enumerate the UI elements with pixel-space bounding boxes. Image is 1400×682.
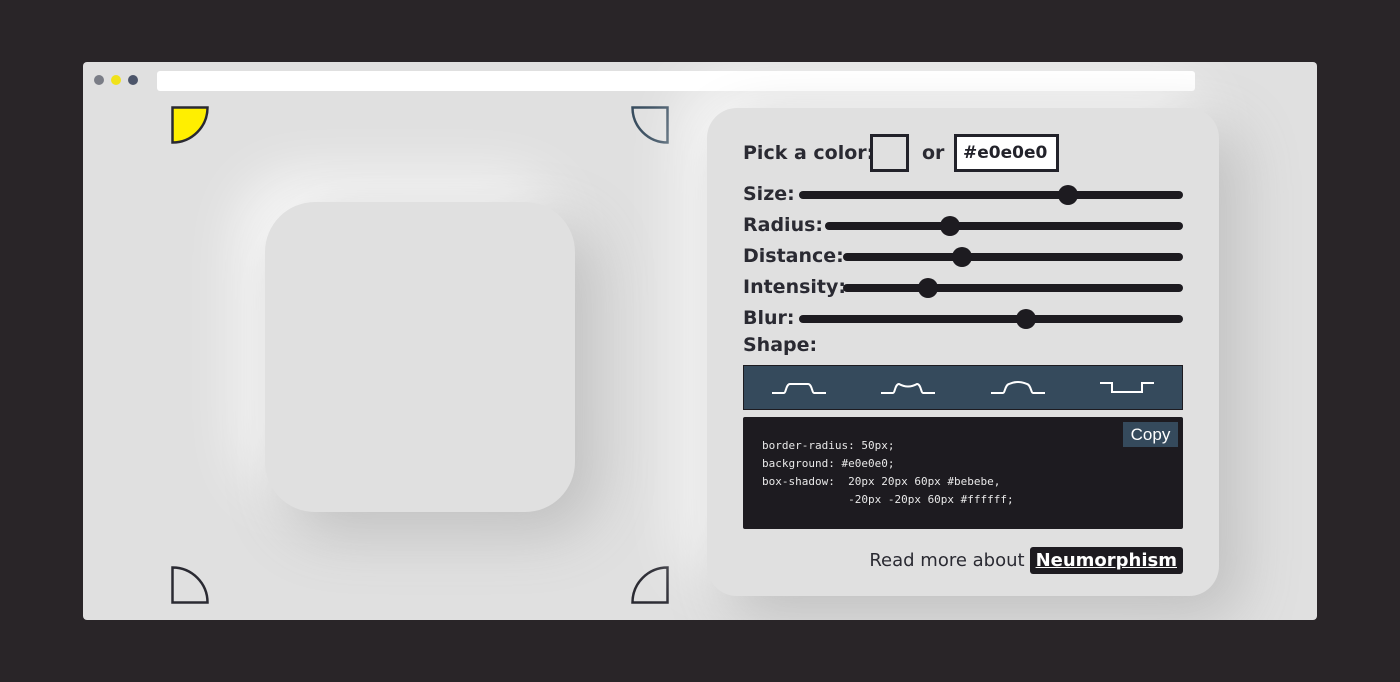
shape-flat-button[interactable] bbox=[744, 366, 854, 409]
slider-track[interactable] bbox=[799, 185, 1183, 205]
slider-track[interactable] bbox=[825, 216, 1183, 236]
shape-convex-button[interactable] bbox=[963, 366, 1073, 409]
slider-thumb[interactable] bbox=[940, 216, 961, 236]
slider-label: Distance: bbox=[743, 245, 844, 267]
shape-pressed-button[interactable] bbox=[1072, 366, 1182, 409]
address-bar[interactable] bbox=[157, 71, 1195, 91]
shape-concave-icon bbox=[881, 382, 936, 394]
slider-row: Radius: bbox=[743, 210, 1183, 240]
color-swatch-button[interactable] bbox=[870, 134, 909, 172]
css-code-block: border-radius: 50px; background: #e0e0e0… bbox=[743, 417, 1183, 529]
light-source-top-left-icon[interactable] bbox=[171, 106, 209, 144]
slider-label: Size: bbox=[743, 183, 795, 205]
slider-track[interactable] bbox=[843, 247, 1183, 267]
shape-concave-button[interactable] bbox=[853, 366, 963, 409]
shape-label: Shape: bbox=[743, 334, 818, 356]
neumorphic-preview-box bbox=[265, 202, 575, 512]
neumorphism-link[interactable]: Neumorphism bbox=[1029, 546, 1183, 574]
slider-row: Distance: bbox=[743, 241, 1183, 271]
slider-row: Size: bbox=[743, 179, 1183, 209]
shape-selector bbox=[743, 365, 1183, 410]
light-source-top-right-icon[interactable] bbox=[631, 106, 669, 144]
light-source-bottom-left-icon[interactable] bbox=[171, 566, 209, 604]
copy-button[interactable]: Copy bbox=[1123, 422, 1178, 447]
shape-pressed-icon bbox=[1100, 381, 1155, 393]
slider-track[interactable] bbox=[799, 309, 1183, 329]
settings-panel: Pick a color: or Size: Radius: Distance: In… bbox=[707, 108, 1219, 596]
minimize-dot[interactable] bbox=[111, 75, 121, 85]
slider-thumb[interactable] bbox=[918, 278, 938, 298]
slider-row: Intensity: bbox=[743, 272, 1183, 302]
slider-thumb[interactable] bbox=[1057, 185, 1078, 205]
css-code-text: border-radius: 50px; background: #e0e0e0… bbox=[762, 439, 1014, 506]
color-picker-row: Pick a color: or bbox=[743, 134, 1183, 172]
slider-label: Intensity: bbox=[743, 276, 846, 298]
shape-flat-icon bbox=[771, 382, 826, 394]
pick-color-label: Pick a color: bbox=[743, 142, 875, 164]
maximize-dot[interactable] bbox=[128, 75, 138, 85]
hex-color-input[interactable] bbox=[954, 134, 1059, 172]
title-bar bbox=[83, 62, 1317, 98]
slider-label: Radius: bbox=[743, 214, 823, 236]
close-dot[interactable] bbox=[94, 75, 104, 85]
or-label: or bbox=[922, 142, 945, 164]
browser-window: Pick a color: or Size: Radius: Distance: In… bbox=[83, 62, 1317, 620]
slider-track[interactable] bbox=[843, 278, 1183, 298]
slider-thumb[interactable] bbox=[952, 247, 972, 267]
slider-row: Blur: bbox=[743, 303, 1183, 333]
slider-label: Blur: bbox=[743, 307, 795, 329]
read-more-text: Read more about bbox=[869, 549, 1025, 571]
read-more-row: Read more about Neumorphism bbox=[869, 545, 1183, 575]
shape-convex-icon bbox=[990, 380, 1045, 394]
light-source-bottom-right-icon[interactable] bbox=[631, 566, 669, 604]
slider-thumb[interactable] bbox=[1015, 309, 1036, 329]
